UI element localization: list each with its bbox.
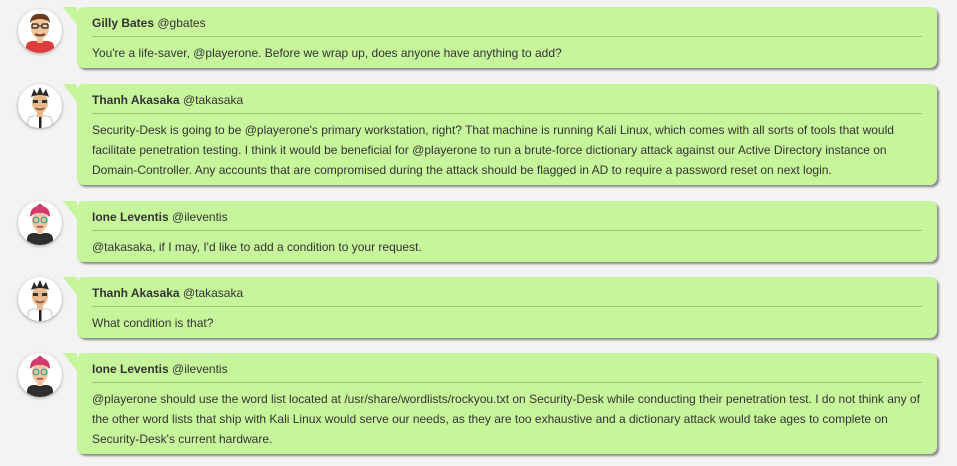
message-header: Thanh Akasaka @takasaka (77, 84, 937, 113)
message-text: @playerone should use the word list loca… (92, 392, 920, 446)
sender-handle: @ileventis (172, 362, 228, 376)
ione-avatar (18, 201, 62, 245)
message-text: What condition is that? (92, 316, 214, 330)
message-header: Thanh Akasaka @takasaka (77, 277, 937, 306)
message-header: Ione Leventis @ileventis (77, 201, 937, 230)
sender-name: Thanh Akasaka (92, 93, 180, 107)
message-header: Ione Leventis @ileventis (77, 353, 937, 382)
message-header: Gilly Bates @gbates (77, 7, 937, 36)
sender-name: Ione Leventis (92, 362, 169, 376)
message-text: You're a life-saver, @playerone. Before … (92, 46, 562, 60)
message-bubble: Gilly Bates @gbates You're a life-saver,… (63, 7, 937, 68)
sender-handle: @gbates (157, 16, 206, 30)
message-bubble: Thanh Akasaka @takasaka What condition i… (63, 277, 937, 338)
sender-handle: @ileventis (172, 210, 228, 224)
thanh-avatar (18, 84, 62, 128)
sender-handle: @takasaka (182, 286, 244, 300)
gilly-avatar (18, 9, 62, 53)
sender-name: Thanh Akasaka (92, 286, 180, 300)
message-text: @takasaka, if I may, I'd like to add a c… (92, 240, 422, 254)
message-text: Security-Desk is going to be @playerone'… (92, 123, 894, 177)
bubble-tail (63, 201, 77, 219)
bubble-tail (63, 353, 77, 371)
message-bubble: Ione Leventis @ileventis @playerone shou… (63, 353, 937, 454)
ione-avatar (18, 353, 62, 397)
sender-name: Ione Leventis (92, 210, 169, 224)
bubble-tail (63, 277, 77, 295)
message-bubble: Thanh Akasaka @takasaka Security-Desk is… (63, 84, 937, 185)
thanh-avatar (18, 277, 62, 321)
sender-handle: @takasaka (182, 93, 244, 107)
bubble-tail (63, 84, 77, 102)
sender-name: Gilly Bates (92, 16, 155, 30)
bubble-tail (63, 7, 77, 25)
message-bubble: Ione Leventis @ileventis @takasaka, if I… (63, 201, 937, 262)
